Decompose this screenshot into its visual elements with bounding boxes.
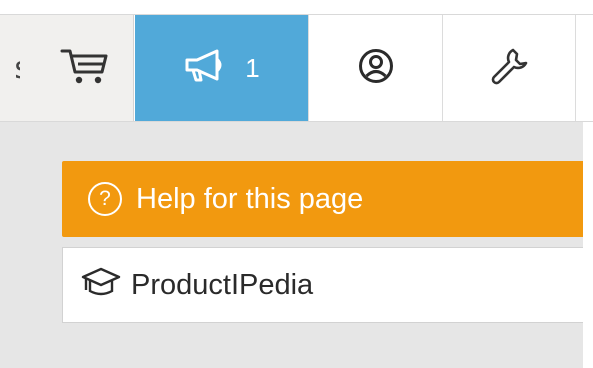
notifications-count: 1 (245, 52, 260, 83)
user-circle-icon (358, 48, 394, 88)
graduation-cap-icon (81, 266, 121, 304)
shopping-cart-icon (60, 46, 110, 90)
productipedia-label: ProductIPedia (131, 268, 314, 301)
top-toolbar: s 1 (0, 14, 593, 122)
right-edge (583, 122, 593, 368)
settings-tools-button[interactable] (442, 15, 576, 121)
cart-edge-text: s (0, 15, 20, 121)
notifications-button[interactable]: 1 (135, 15, 308, 121)
cart-button[interactable]: s (0, 15, 134, 121)
help-label: Help for this page (136, 182, 364, 215)
wrench-icon (489, 46, 529, 90)
megaphone-icon (183, 48, 231, 88)
content-area: ? Help for this page ProductIPedia (0, 122, 583, 368)
help-for-page-button[interactable]: ? Help for this page (62, 161, 583, 237)
question-circle-icon: ? (88, 182, 122, 216)
profile-button[interactable] (308, 15, 442, 121)
productipedia-link[interactable]: ProductIPedia (62, 247, 583, 323)
